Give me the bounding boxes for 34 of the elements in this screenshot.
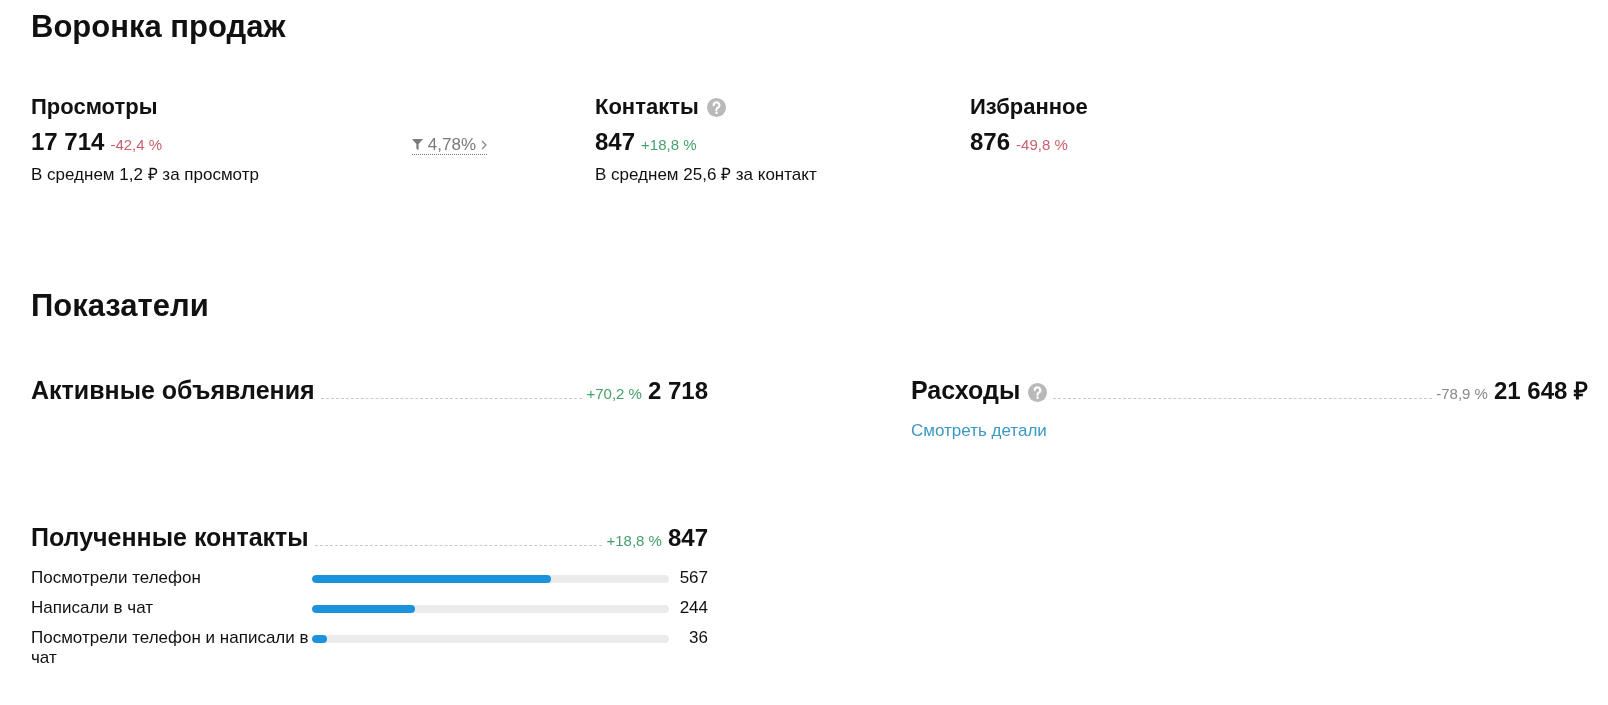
help-icon[interactable] bbox=[1028, 383, 1048, 402]
change-percent: -42,4 % bbox=[110, 136, 163, 154]
metric-note: В среднем 25,6 ₽ за контакт bbox=[595, 165, 818, 185]
metric-value: 847 bbox=[595, 128, 636, 156]
change-percent: -78,9 % bbox=[1436, 385, 1488, 403]
metric-label: Контакты bbox=[595, 94, 699, 120]
indicator-value: 847 bbox=[667, 524, 708, 552]
help-icon[interactable] bbox=[706, 97, 726, 117]
bar-count: 567 bbox=[678, 568, 708, 588]
bar-count: 244 bbox=[678, 598, 708, 618]
metric-value: 17 714 bbox=[31, 128, 105, 156]
indicator-label: Активные объявления bbox=[31, 376, 315, 404]
indicator-label: Полученные контакты bbox=[31, 523, 309, 551]
bar-count: 36 bbox=[688, 628, 708, 648]
change-percent: +18,8 % bbox=[641, 136, 697, 154]
section-title: Показатели bbox=[31, 289, 209, 323]
section-title: Воронка продаж bbox=[31, 10, 286, 44]
indicator-value: 2 718 bbox=[647, 377, 708, 405]
change-percent: +18,8 % bbox=[606, 532, 662, 550]
details-link[interactable]: Смотреть детали bbox=[911, 421, 1047, 441]
bar-label: Посмотрели телефон bbox=[31, 568, 202, 588]
metric-value: 876 bbox=[970, 128, 1011, 156]
indicator-value: 21 648 ₽ bbox=[1493, 377, 1588, 405]
bar-label: Написали в чат bbox=[31, 598, 154, 618]
funnel-icon bbox=[411, 139, 423, 150]
indicator-label: Расходы bbox=[911, 376, 1021, 404]
bar-label: Посмотрели телефон и написали в чат bbox=[31, 628, 310, 668]
metric-note: В среднем 1,2 ₽ за просмотр bbox=[31, 165, 260, 185]
metric-label: Просмотры bbox=[31, 94, 158, 120]
change-percent: +70,2 % bbox=[586, 385, 642, 403]
metric-label: Избранное bbox=[970, 94, 1088, 120]
conversion-link[interactable]: 4,78% bbox=[411, 135, 487, 155]
chevron-icon bbox=[481, 139, 487, 150]
change-percent: -49,8 % bbox=[1016, 136, 1068, 154]
